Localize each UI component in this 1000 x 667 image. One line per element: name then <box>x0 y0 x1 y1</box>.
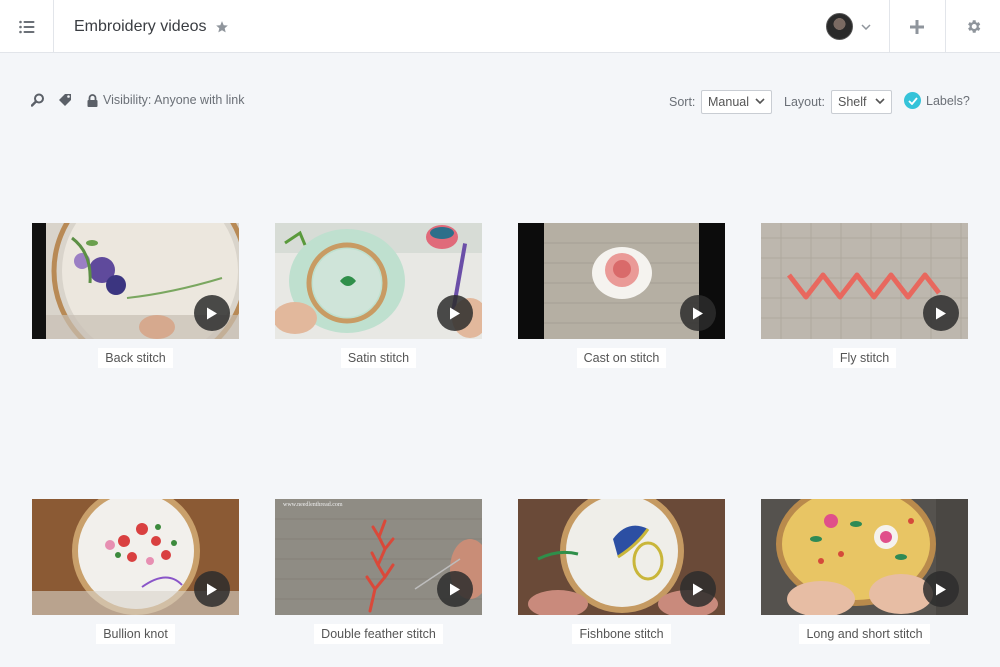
account-menu[interactable] <box>826 0 871 53</box>
play-icon <box>693 583 703 595</box>
video-caption[interactable]: Cast on stitch <box>576 348 667 368</box>
chevron-down-icon <box>875 98 885 105</box>
chevron-down-icon <box>861 23 871 30</box>
lock-icon <box>87 93 98 107</box>
sort-label: Sort: <box>669 95 696 109</box>
layout-value: Shelf <box>838 95 867 109</box>
chevron-down-icon <box>755 98 765 105</box>
play-button[interactable] <box>194 571 230 607</box>
video-caption[interactable]: Satin stitch <box>340 348 417 368</box>
video-thumbnail[interactable]: www.needlenthread.com <box>275 499 482 615</box>
play-button[interactable] <box>194 295 230 331</box>
labels-toggle[interactable]: Labels? <box>904 92 970 109</box>
video-thumbnail[interactable] <box>275 223 482 339</box>
star-icon[interactable] <box>215 20 229 34</box>
play-icon <box>936 583 946 595</box>
collection-toolbar: Visibility: Anyone with link Sort: Manua… <box>0 86 1000 116</box>
play-button[interactable] <box>923 571 959 607</box>
gear-icon <box>967 20 980 33</box>
page-title[interactable]: Embroidery videos <box>74 18 207 36</box>
sort-select[interactable]: Manual <box>701 90 772 114</box>
play-icon <box>450 307 460 319</box>
video-caption[interactable]: Fishbone stitch <box>572 624 671 644</box>
avatar <box>826 13 853 40</box>
video-caption[interactable]: Back stitch <box>98 348 173 368</box>
video-thumbnail[interactable] <box>32 223 239 339</box>
plus-icon <box>910 19 924 34</box>
video-caption[interactable]: Long and short stitch <box>799 624 930 644</box>
play-button[interactable] <box>923 295 959 331</box>
play-icon <box>936 307 946 319</box>
video-caption[interactable]: Bullion knot <box>96 624 175 644</box>
play-icon <box>207 307 217 319</box>
video-caption[interactable]: Fly stitch <box>832 348 897 368</box>
search-icon[interactable] <box>30 93 45 112</box>
play-button[interactable] <box>680 571 716 607</box>
list-icon <box>18 20 34 33</box>
video-caption[interactable]: Double feather stitch <box>314 624 443 644</box>
video-thumbnail[interactable] <box>761 499 968 615</box>
video-thumbnail[interactable] <box>518 223 725 339</box>
add-button[interactable] <box>889 0 944 53</box>
play-button[interactable] <box>437 295 473 331</box>
play-icon <box>450 583 460 595</box>
play-icon <box>207 583 217 595</box>
layout-select[interactable]: Shelf <box>831 90 892 114</box>
labels-label: Labels? <box>926 93 970 108</box>
tag-icon[interactable] <box>58 93 73 112</box>
top-bar: Embroidery videos <box>0 0 1000 53</box>
layout-label: Layout: <box>784 95 826 109</box>
menu-button[interactable] <box>0 0 54 53</box>
video-thumbnail[interactable] <box>761 223 968 339</box>
play-button[interactable] <box>680 295 716 331</box>
play-button[interactable] <box>437 571 473 607</box>
settings-button[interactable] <box>945 0 1000 53</box>
play-icon <box>693 307 703 319</box>
video-thumbnail[interactable] <box>518 499 725 615</box>
title-area: Embroidery videos <box>74 0 229 53</box>
video-thumbnail[interactable] <box>32 499 239 615</box>
visibility-setting[interactable]: Visibility: Anyone with link <box>87 93 245 107</box>
checkmark-icon <box>904 92 921 109</box>
sort-value: Manual <box>708 95 749 109</box>
visibility-label: Visibility: Anyone with link <box>103 93 245 107</box>
watermark-text: www.needlenthread.com <box>283 502 343 508</box>
